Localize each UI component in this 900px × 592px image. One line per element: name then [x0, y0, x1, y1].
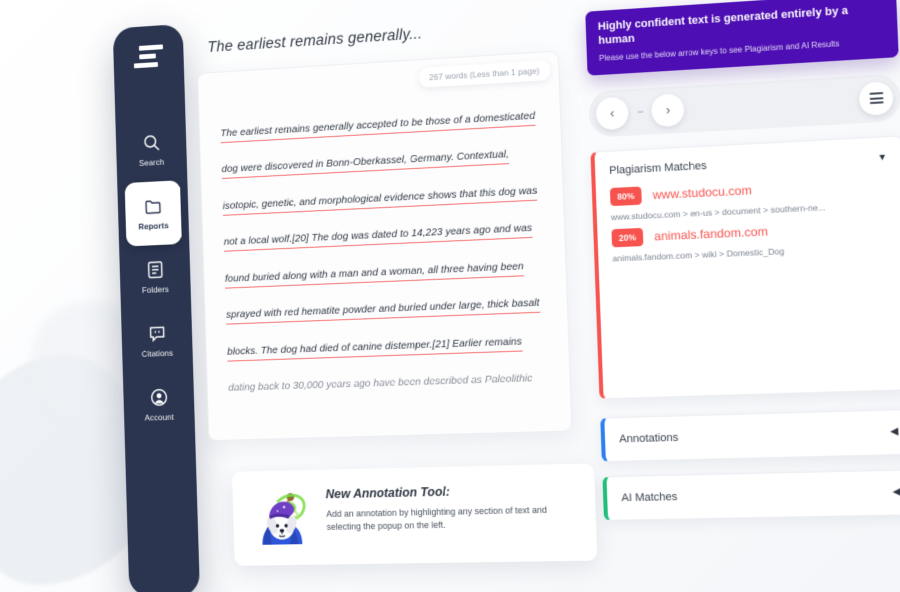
match-percent-badge: 20% — [611, 227, 644, 248]
plagiarism-underlined-text: not a local wolf.[20] The dog was dated … — [223, 223, 533, 253]
plagiarism-panel-header[interactable]: Plagiarism Matches ▼ — [594, 136, 900, 181]
sidebar-item-label: Folders — [141, 284, 169, 295]
sidebar-item-reports[interactable]: Reports — [124, 180, 182, 247]
plagiarism-underlined-text: found buried along with a man and a woma… — [224, 261, 524, 289]
plagiarism-matches-panel: Plagiarism Matches ▼ 80% www.studocu.com… — [590, 135, 900, 400]
quote-bubble-icon — [147, 323, 167, 344]
sidebar: Search Reports Folders Citations Account — [112, 23, 201, 592]
match-breadcrumb: www.studocu.com > en-us > document > sou… — [610, 201, 826, 223]
document-card[interactable]: 267 words (Less than 1 page) The earlies… — [197, 50, 573, 442]
caret-left-icon[interactable]: ◀ — [892, 487, 900, 499]
match-position-indicator: -- — [637, 105, 643, 118]
document-text-body: The earliest remains generally accepted … — [220, 110, 554, 420]
search-icon — [141, 132, 161, 153]
annotations-panel[interactable]: Annotations ◀ — [600, 408, 900, 463]
panel-title: Plagiarism Matches — [609, 159, 707, 177]
sidebar-item-label: Search — [138, 156, 165, 168]
document-line: found buried along with a man and a woma… — [224, 260, 550, 289]
sidebar-nav: Search Reports Folders Citations Account — [115, 116, 195, 437]
panel-title: Annotations — [618, 431, 679, 446]
word-count-badge: 267 words (Less than 1 page) — [418, 59, 551, 88]
menu-button[interactable] — [858, 81, 894, 116]
document-line: sprayed with red hematite powder and bur… — [225, 298, 551, 326]
page-title: The earliest remains generally... — [207, 25, 423, 56]
document-column: The earliest remains generally... 267 wo… — [195, 0, 588, 442]
sidebar-item-label: Reports — [138, 220, 169, 232]
sidebar-item-folders[interactable]: Folders — [119, 244, 191, 311]
plagiarism-underlined-text: blocks. The dog had died of canine diste… — [227, 336, 523, 362]
ai-matches-panel[interactable]: AI Matches ◀ — [602, 469, 900, 521]
match-domain-link[interactable]: www.studocu.com — [652, 183, 752, 202]
plagiarism-underlined-text: sprayed with red hematite powder and bur… — [225, 298, 540, 326]
match-breadcrumb: animals.fandom.com > wiki > Domestic_Dog — [612, 245, 785, 264]
folder-icon — [143, 196, 163, 217]
plagiarism-match-item[interactable]: 80% www.studocu.com www.studocu.com > en… — [596, 166, 900, 222]
app-logo-icon[interactable] — [133, 41, 163, 72]
document-line: isotopic, genetic, and morphological evi… — [222, 185, 548, 216]
hamburger-menu-icon — [868, 92, 884, 105]
caret-down-icon[interactable]: ▼ — [877, 152, 887, 163]
promo-text-block: New Annotation Tool: Add an annotation b… — [325, 477, 582, 534]
chevron-right-icon: › — [665, 102, 671, 118]
panel-title: AI Matches — [621, 490, 678, 505]
result-navigation-bar: ‹ -- › — [588, 73, 900, 138]
new-annotation-tool-card[interactable]: New Annotation Tool: Add an annotation b… — [231, 463, 598, 566]
tilted-app-wrapper: Search Reports Folders Citations Account… — [86, 0, 900, 592]
document-line: not a local wolf.[20] The dog was dated … — [223, 223, 549, 253]
document-line: blocks. The dog had died of canine diste… — [227, 335, 552, 362]
prev-match-button[interactable]: ‹ — [595, 96, 629, 131]
promo-body: Add an annotation by highlighting any se… — [326, 504, 548, 532]
chevron-left-icon: ‹ — [609, 105, 615, 121]
document-line-text: dating back to 30,000 years ago have bee… — [228, 373, 533, 395]
sidebar-item-citations[interactable]: Citations — [121, 308, 193, 374]
wizard-dog-mascot-icon — [245, 483, 316, 553]
match-row: 20% animals.fandom.com — [611, 217, 890, 248]
plagiarism-underlined-text: isotopic, genetic, and morphological evi… — [222, 185, 538, 216]
next-match-button[interactable]: › — [651, 93, 686, 128]
document-line: The earliest remains generally accepted … — [220, 110, 544, 144]
promo-heading: New Annotation Tool: — [325, 484, 451, 502]
match-row: 80% www.studocu.com — [609, 174, 889, 207]
list-document-icon — [145, 259, 165, 280]
user-circle-icon — [149, 387, 169, 408]
document-line: dating back to 30,000 years ago have bee… — [228, 373, 554, 396]
sidebar-item-account[interactable]: Account — [123, 372, 195, 438]
app-screenshot: Search Reports Folders Citations Account… — [0, 0, 900, 592]
plagiarism-match-item[interactable]: 20% animals.fandom.com animals.fandom.co… — [597, 209, 900, 264]
plagiarism-underlined-text: dog were discovered in Bonn-Oberkassel, … — [221, 149, 510, 180]
document-line: dog were discovered in Bonn-Oberkassel, … — [221, 148, 545, 180]
match-percent-badge: 80% — [609, 186, 642, 207]
ai-verdict-banner: Highly confident text is generated entir… — [585, 0, 899, 76]
sidebar-item-search[interactable]: Search — [115, 116, 187, 183]
sidebar-item-label: Account — [144, 411, 174, 423]
app-window: Search Reports Folders Citations Account… — [77, 0, 900, 592]
caret-left-icon[interactable]: ◀ — [890, 426, 899, 438]
sidebar-item-label: Citations — [141, 347, 174, 359]
match-domain-link[interactable]: animals.fandom.com — [654, 224, 768, 243]
right-panel: Plagiarism 97% — [575, 0, 900, 521]
plagiarism-underlined-text: The earliest remains generally accepted … — [220, 110, 536, 144]
